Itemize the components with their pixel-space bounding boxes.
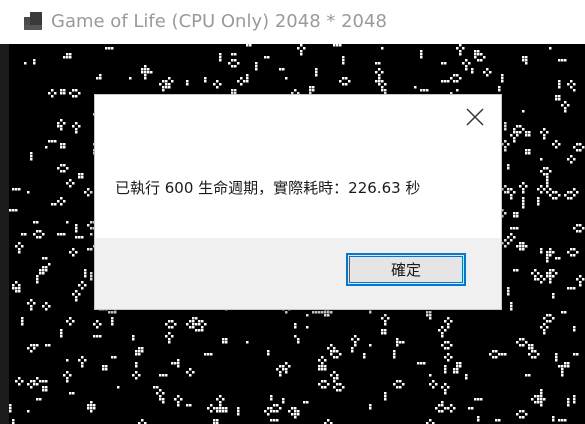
dialog-footer: 確定 [95, 238, 501, 309]
message-dialog: 已執行 600 生命週期，實際耗時：226.63 秒 確定 [95, 95, 501, 309]
close-icon[interactable] [463, 105, 487, 129]
ok-button[interactable]: 確定 [346, 253, 466, 286]
app-window: Game of Life (CPU Only) 2048 * 2048 已執行 … [0, 0, 585, 424]
dialog-message: 已執行 600 生命週期，實際耗時：226.63 秒 [115, 179, 421, 197]
app-grid-icon [24, 12, 42, 30]
window-title: Game of Life (CPU Only) 2048 * 2048 [51, 11, 387, 32]
window-left-border [0, 44, 9, 424]
title-bar[interactable]: Game of Life (CPU Only) 2048 * 2048 [0, 0, 585, 44]
